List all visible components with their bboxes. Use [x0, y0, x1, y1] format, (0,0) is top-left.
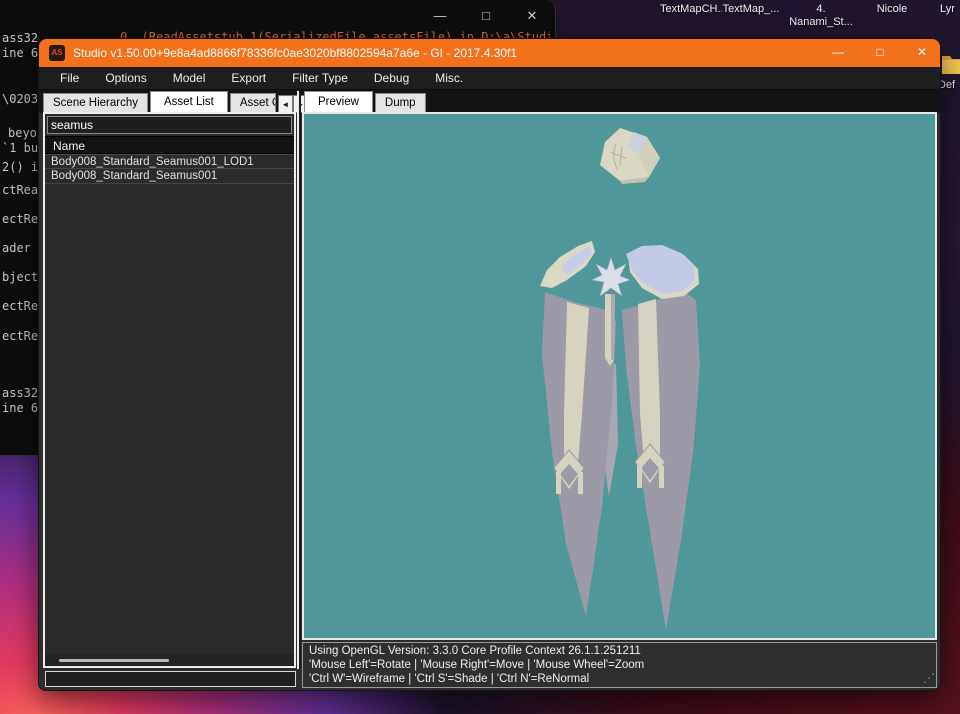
window-title: Studio v1.50.00+9e8a4ad8866f78336fc0ae30… — [73, 46, 518, 60]
terminal-text: ader — [2, 241, 31, 255]
desktop-icon-textmap[interactable]: TextMap_... — [720, 3, 782, 16]
folder-icon[interactable] — [941, 52, 960, 81]
menu-misc[interactable]: Misc. — [422, 67, 476, 89]
terminal-close-button[interactable]: ✕ — [521, 6, 543, 26]
tab-preview[interactable]: Preview — [304, 91, 373, 113]
resize-grip[interactable]: ⋰ — [923, 671, 935, 685]
list-empty-area — [45, 184, 294, 654]
terminal-maximize-button[interactable]: □ — [475, 6, 497, 26]
terminal-text: 2() i — [2, 160, 39, 174]
3d-model-render — [540, 128, 700, 630]
terminal-minimize-button[interactable]: — — [429, 6, 451, 26]
icon-label-line2: Nanami_St... — [789, 16, 853, 28]
panel-splitter[interactable] — [297, 91, 301, 669]
search-input[interactable] — [47, 116, 292, 134]
terminal-text: ectRe — [2, 299, 39, 313]
menu-filter-type[interactable]: Filter Type — [279, 67, 361, 89]
desktop-icon-textmapch[interactable]: TextMapCH... — [660, 3, 722, 16]
tab-asset-list[interactable]: Asset List — [150, 91, 228, 113]
bottom-horizontal-scrollbar[interactable] — [45, 671, 296, 687]
icon-label-line1: 4. — [816, 3, 826, 15]
terminal-text: ectRe — [2, 329, 39, 343]
menu-file[interactable]: File — [47, 67, 92, 89]
terminal-text: ine 6 — [2, 46, 39, 60]
menu-debug[interactable]: Debug — [361, 67, 422, 89]
desktop-icon-nanami[interactable]: 4. Nanami_St... — [786, 3, 856, 29]
terminal-text: `1 bu — [2, 141, 39, 155]
minimize-button[interactable]: — — [828, 42, 848, 62]
menu-export[interactable]: Export — [218, 67, 279, 89]
status-keyboard-help: 'Ctrl W'=Wireframe | 'Ctrl S'=Shade | 'C… — [309, 673, 590, 685]
terminal-text: ass32 — [2, 386, 39, 400]
terminal-text: ass32 — [2, 31, 39, 45]
maximize-button[interactable]: □ — [870, 42, 890, 62]
asset-row[interactable]: Body008_Standard_Seamus001_LOD1 — [45, 154, 294, 169]
folder-label-def[interactable]: Def — [938, 79, 960, 92]
asset-list-panel: Name Body008_Standard_Seamus001_LOD1 Bod… — [43, 112, 296, 668]
tab-dump[interactable]: Dump — [374, 93, 426, 113]
menu-model[interactable]: Model — [160, 67, 219, 89]
tab-scene-hierarchy[interactable]: Scene Hierarchy — [43, 93, 149, 113]
terminal-text: \0203 — [2, 92, 39, 106]
desktop-icon-nicole[interactable]: Nicole — [866, 3, 918, 16]
desktop-icon-lyr[interactable]: Lyr — [940, 3, 960, 16]
terminal-text: bject — [2, 270, 39, 284]
app-logo-icon: AS — [49, 45, 65, 61]
status-mouse-help: 'Mouse Left'=Rotate | 'Mouse Right'=Move… — [309, 659, 645, 671]
column-header-name[interactable]: Name — [45, 136, 294, 154]
asset-row[interactable]: Body008_Standard_Seamus001 — [45, 169, 294, 184]
status-opengl: Using OpenGL Version: 3.3.0 Core Profile… — [309, 645, 641, 657]
terminal-text: beyo — [8, 126, 37, 140]
close-button[interactable]: ✕ — [912, 42, 932, 62]
tab-asset-c[interactable]: Asset C — [229, 93, 276, 113]
terminal-text: ectRe — [2, 212, 39, 226]
list-horizontal-scrollbar[interactable] — [45, 654, 294, 666]
studio-window: AS Studio v1.50.00+9e8a4ad8866f78336fc0a… — [38, 38, 941, 691]
titlebar[interactable]: AS Studio v1.50.00+9e8a4ad8866f78336fc0a… — [39, 39, 940, 67]
scrollbar-thumb[interactable] — [59, 659, 169, 662]
desktop-wallpaper: TextMapCH... TextMap_... 4. Nanami_St... … — [0, 0, 960, 714]
preview-viewport[interactable] — [302, 112, 937, 640]
menu-bar: File Options Model Export Filter Type De… — [39, 67, 940, 90]
terminal-text: ine 6 — [2, 401, 39, 415]
terminal-text: ctRea — [2, 183, 39, 197]
menu-options[interactable]: Options — [92, 67, 159, 89]
tab-scroll-left-icon[interactable]: ◄ — [277, 95, 293, 113]
tab-row: Scene HierarchyAsset ListAsset C◄► Previ… — [39, 90, 940, 113]
status-bar: Using OpenGL Version: 3.3.0 Core Profile… — [302, 642, 937, 688]
